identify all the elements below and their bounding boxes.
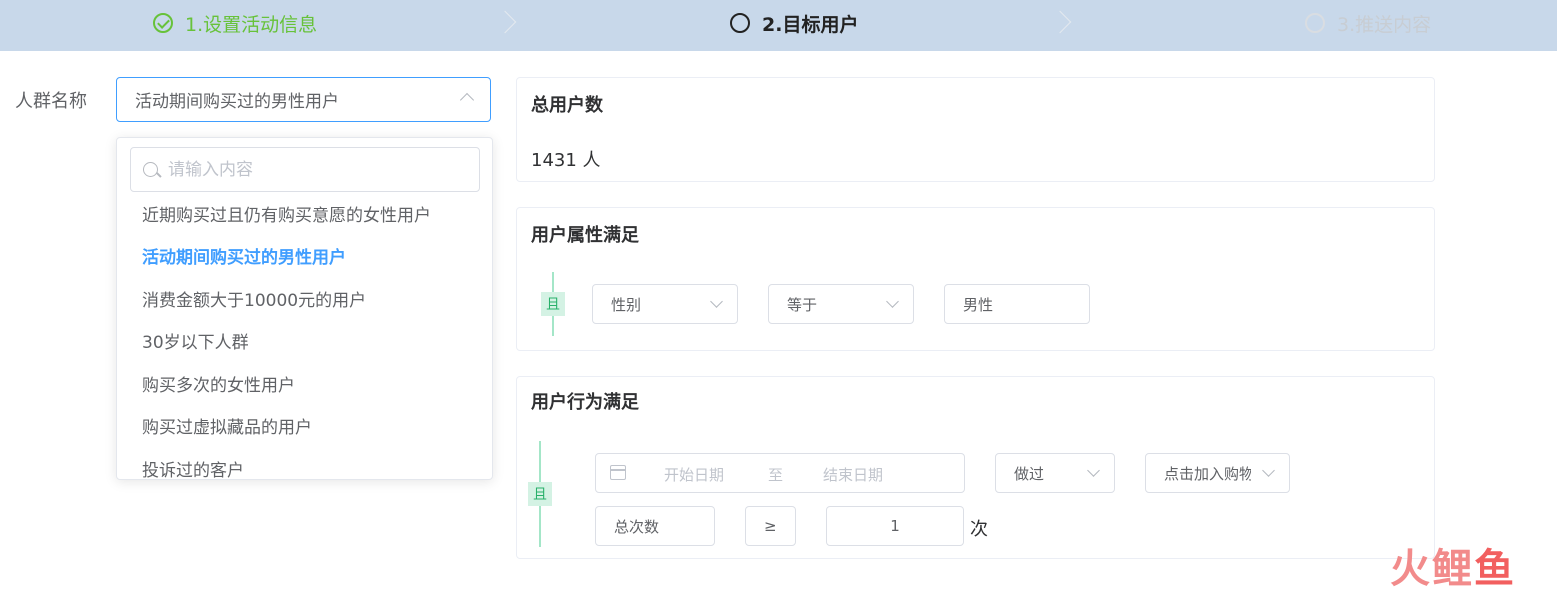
count-input[interactable]: 1 xyxy=(826,506,964,546)
crowd-name-select[interactable]: 活动期间购买过的男性用户 xyxy=(116,77,491,122)
compare-select[interactable]: ≥ xyxy=(745,506,796,546)
step-3[interactable]: 3.推送内容 xyxy=(1305,0,1431,46)
crowd-name-value: 活动期间购买过的男性用户 xyxy=(135,92,339,112)
chevron-up-icon xyxy=(459,92,475,108)
start-date-input[interactable]: 开始日期 xyxy=(664,464,724,485)
step-1[interactable]: 1.设置活动信息 xyxy=(153,0,317,46)
card-title: 总用户数 xyxy=(531,95,603,116)
circle-icon xyxy=(1305,13,1325,33)
dropdown-search[interactable] xyxy=(130,147,480,192)
user-attribute-card: 用户属性满足 且 性别 等于 男性 xyxy=(516,207,1435,351)
attribute-value-input[interactable]: 男性 xyxy=(944,284,1090,324)
and-tag[interactable]: 且 xyxy=(528,482,552,506)
crowd-dropdown: 近期购买过且仍有购买意愿的女性用户 活动期间购买过的男性用户 消费金额大于100… xyxy=(116,137,493,480)
dropdown-option[interactable]: 投诉过的客户 xyxy=(117,447,492,479)
compare-value: ≥ xyxy=(764,517,777,535)
dropdown-option[interactable]: 购买过虚拟藏品的用户 xyxy=(117,405,492,448)
chevron-right-icon xyxy=(497,10,517,34)
step-2-label: 2.目标用户 xyxy=(762,13,859,36)
event-select[interactable]: 点击加入购物 xyxy=(1145,453,1290,493)
dropdown-option[interactable]: 购买多次的女性用户 xyxy=(117,362,492,405)
attribute-field-select[interactable]: 性别 xyxy=(592,284,738,324)
watermark-logo: 火鲤鱼 xyxy=(1390,546,1516,592)
chevron-down-icon xyxy=(710,295,723,308)
metric-select[interactable]: 总次数 xyxy=(595,506,715,546)
chevron-down-icon xyxy=(886,295,899,308)
dropdown-list: 近期购买过且仍有购买意愿的女性用户 活动期间购买过的男性用户 消费金额大于100… xyxy=(117,192,492,479)
event-value: 点击加入购物 xyxy=(1164,464,1251,483)
operator-value: 等于 xyxy=(787,295,818,314)
chevron-down-icon xyxy=(1087,464,1100,477)
dropdown-option-selected[interactable]: 活动期间购买过的男性用户 xyxy=(117,235,492,278)
count-value: 1 xyxy=(890,517,900,535)
step-3-label: 3.推送内容 xyxy=(1337,13,1432,36)
date-range-separator: 至 xyxy=(768,466,784,484)
dropdown-option[interactable]: 30岁以下人群 xyxy=(117,320,492,363)
operator-select[interactable]: 等于 xyxy=(768,284,914,324)
dropdown-option[interactable]: 近期购买过且仍有购买意愿的女性用户 xyxy=(117,192,492,235)
total-users-value: 1431 人 xyxy=(531,150,601,171)
steps-bar: 1.设置活动信息 2.目标用户 3.推送内容 xyxy=(0,0,1557,51)
circle-icon xyxy=(730,13,750,33)
total-users-card: 总用户数 1431 人 xyxy=(516,77,1435,182)
card-title: 用户行为满足 xyxy=(531,392,639,413)
attribute-field-value: 性别 xyxy=(611,295,642,314)
chevron-right-icon xyxy=(1052,10,1072,34)
search-input[interactable] xyxy=(168,159,458,180)
calendar-icon xyxy=(610,465,626,480)
user-behavior-card: 用户行为满足 且 开始日期 至 结束日期 做过 点击加入购物 总次数 ≥ 1 次 xyxy=(516,376,1435,559)
end-date-input[interactable]: 结束日期 xyxy=(823,464,883,485)
chevron-down-icon xyxy=(1262,464,1275,477)
search-icon xyxy=(143,162,158,177)
action-value: 做过 xyxy=(1014,464,1045,483)
action-select[interactable]: 做过 xyxy=(995,453,1115,493)
and-tag[interactable]: 且 xyxy=(541,292,565,316)
dropdown-option[interactable]: 消费金额大于10000元的用户 xyxy=(117,277,492,320)
step-2[interactable]: 2.目标用户 xyxy=(730,0,858,46)
count-unit: 次 xyxy=(970,519,988,540)
attribute-value: 男性 xyxy=(963,295,994,314)
card-title: 用户属性满足 xyxy=(531,225,639,246)
step-1-label: 1.设置活动信息 xyxy=(185,13,318,36)
date-range-picker[interactable]: 开始日期 至 结束日期 xyxy=(595,453,965,493)
metric-value: 总次数 xyxy=(614,517,660,536)
check-circle-icon xyxy=(153,13,173,33)
crowd-name-label: 人群名称 xyxy=(15,91,87,112)
